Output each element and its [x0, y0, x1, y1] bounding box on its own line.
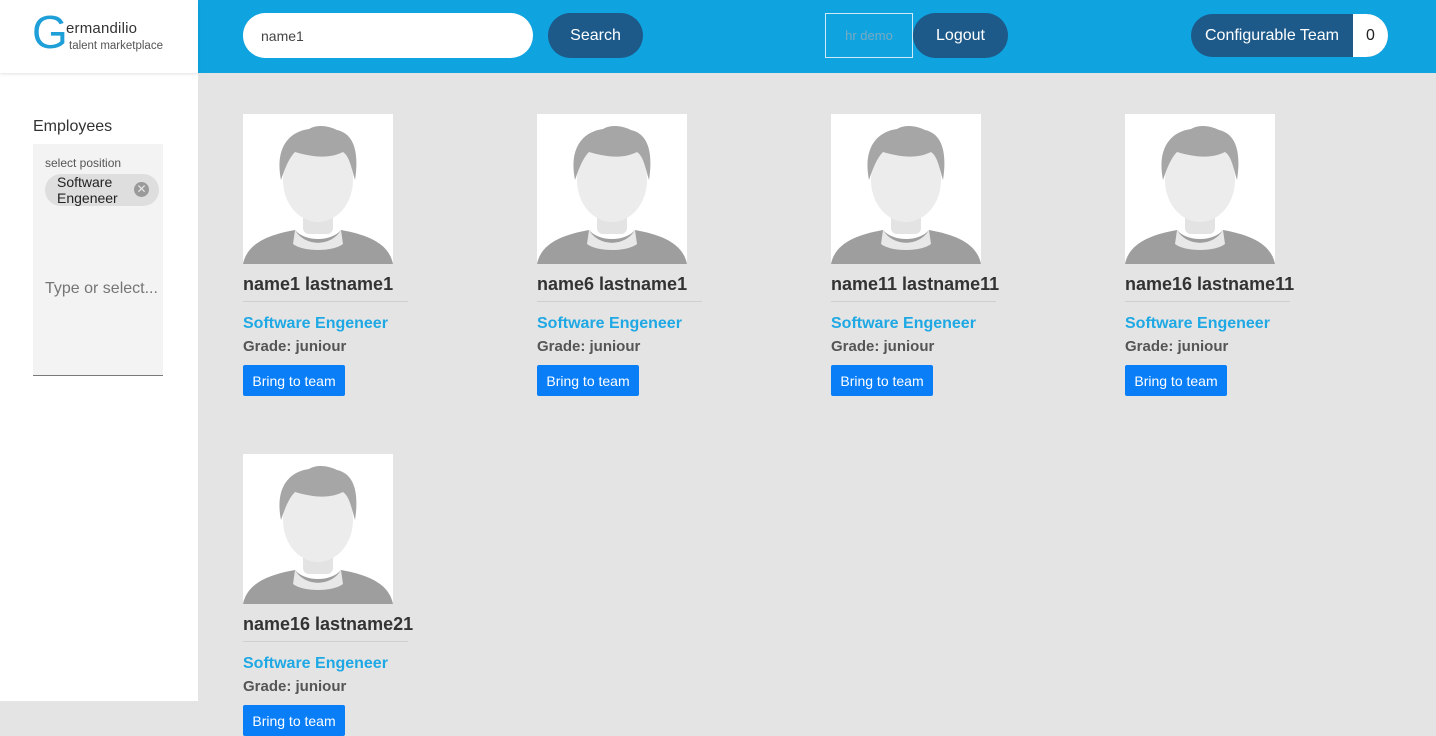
employee-position[interactable]: Software Engeneer [243, 655, 413, 673]
employee-name: name11 lastname11 [831, 274, 999, 302]
bring-to-team-button[interactable]: Bring to team [243, 365, 345, 396]
search-input[interactable] [243, 13, 533, 58]
selected-position-chip: Software Engeneer ✕ [45, 174, 159, 206]
bring-to-team-button[interactable]: Bring to team [1125, 365, 1227, 396]
employee-grade: Grade: juniour [537, 338, 641, 355]
employee-card: name1 lastname1 Software Engeneer Grade:… [243, 114, 413, 396]
employee-grade: Grade: juniour [243, 338, 347, 355]
sidebar: Employees select position Software Engen… [0, 73, 198, 701]
user-indicator[interactable]: hr demo [825, 13, 913, 58]
position-input[interactable] [45, 280, 157, 298]
employee-position[interactable]: Software Engeneer [537, 315, 707, 333]
logo-tagline: talent marketplace [69, 40, 163, 52]
employee-card: name16 lastname11 Software Engeneer Grad… [1125, 114, 1295, 396]
employee-grade: Grade: juniour [1125, 338, 1229, 355]
employee-position[interactable]: Software Engeneer [1125, 315, 1295, 333]
bring-to-team-button[interactable]: Bring to team [537, 365, 639, 396]
bring-to-team-button[interactable]: Bring to team [243, 705, 345, 736]
top-navbar: Search hr demo Logout Configurable Team … [198, 0, 1436, 73]
avatar-placeholder-icon [243, 114, 393, 264]
avatar-placeholder-icon [243, 454, 393, 604]
avatar-placeholder-icon [831, 114, 981, 264]
position-filter[interactable]: select position Software Engeneer ✕ [33, 144, 163, 376]
employee-card: name11 lastname11 Software Engeneer Grad… [831, 114, 1001, 396]
logo-name: ermandilio [66, 20, 138, 37]
employee-position[interactable]: Software Engeneer [831, 315, 1001, 333]
sidebar-title: Employees [33, 118, 113, 135]
search-button[interactable]: Search [548, 13, 643, 58]
team-count-badge: 0 [1353, 14, 1388, 57]
employee-card: name6 lastname1 Software Engeneer Grade:… [537, 114, 707, 396]
chip-remove-icon[interactable]: ✕ [134, 182, 149, 197]
chip-label: Software Engeneer [57, 174, 118, 206]
team-label: Configurable Team [1204, 26, 1339, 44]
bring-to-team-button[interactable]: Bring to team [831, 365, 933, 396]
app-logo[interactable]: G ermandilio talent marketplace [0, 0, 198, 73]
logo-letter: G [32, 6, 68, 58]
avatar-placeholder-icon [537, 114, 687, 264]
employee-name: name1 lastname1 [243, 274, 408, 302]
employee-grade: Grade: juniour [243, 678, 347, 695]
avatar-placeholder-icon [1125, 114, 1275, 264]
employee-card: name16 lastname21 Software Engeneer Grad… [243, 454, 413, 736]
employee-grade: Grade: juniour [831, 338, 935, 355]
logout-button[interactable]: Logout [913, 13, 1008, 58]
configurable-team-button[interactable]: Configurable Team 0 [1191, 14, 1388, 57]
employee-name: name16 lastname21 [243, 614, 413, 642]
employee-position[interactable]: Software Engeneer [243, 315, 413, 333]
employee-name: name16 lastname11 [1125, 274, 1294, 302]
filter-label: select position [45, 156, 122, 170]
employee-name: name6 lastname1 [537, 274, 702, 302]
